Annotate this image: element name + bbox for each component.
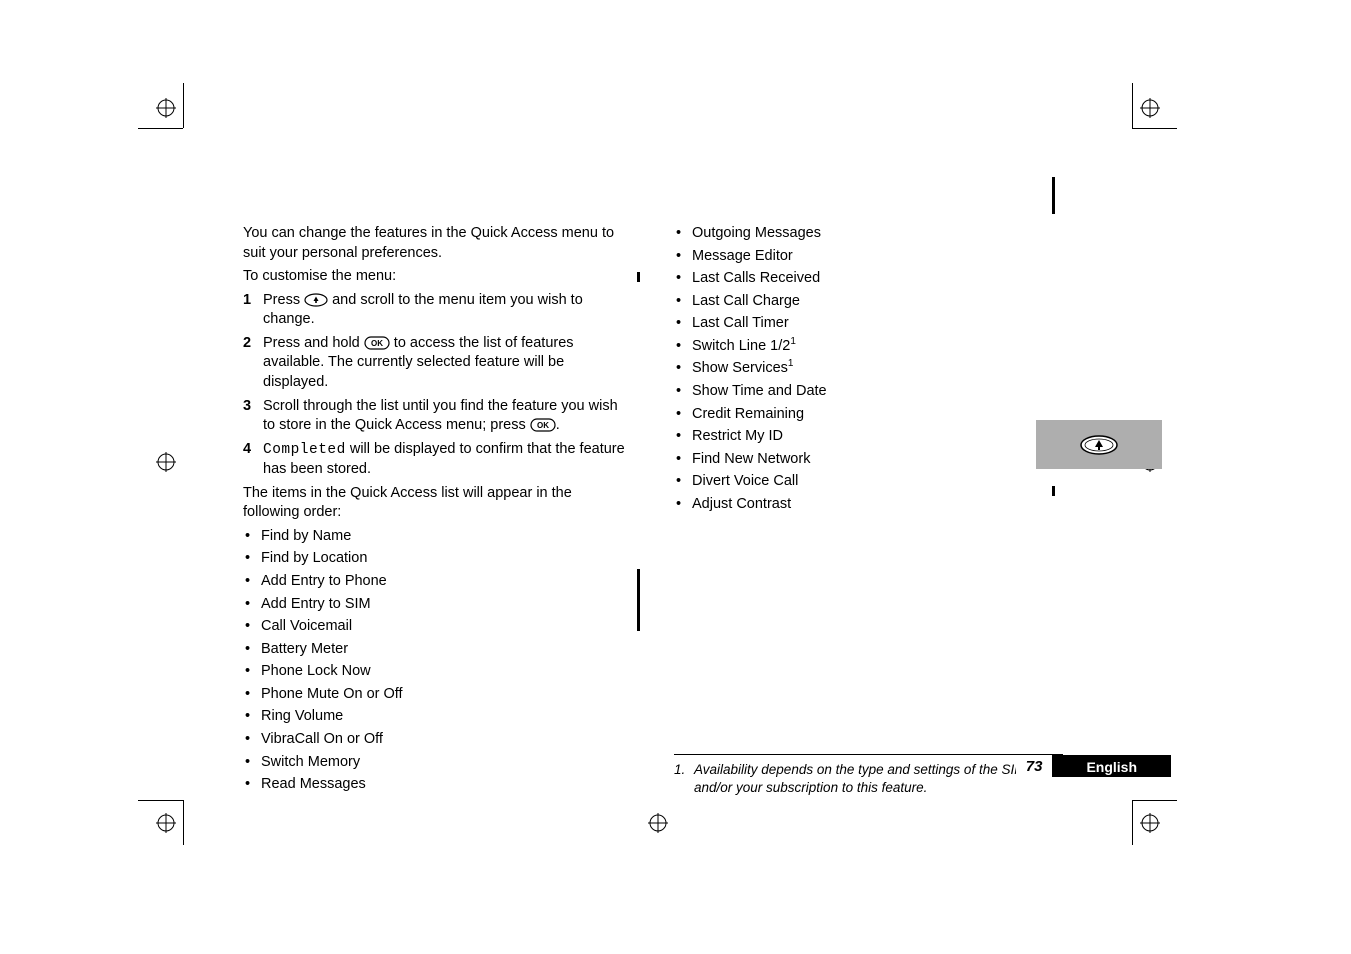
list-item: Show Time and Date <box>674 382 1063 402</box>
features-list-left: Find by Name Find by Location Add Entry … <box>243 527 632 795</box>
list-item: Outgoing Messages <box>674 224 1063 244</box>
list-item: Credit Remaining <box>674 405 1063 425</box>
footnote: 1. Availability depends on the type and … <box>674 761 1063 797</box>
list-item: Switch Line 1/21 <box>674 337 1063 357</box>
list-item: Last Call Charge <box>674 292 1063 312</box>
crop-mark <box>1132 128 1177 129</box>
list-item: Phone Mute On or Off <box>243 685 632 705</box>
page-number: 73 <box>1016 755 1053 777</box>
list-item: Add Entry to SIM <box>243 595 632 615</box>
svg-text:OK: OK <box>371 339 383 348</box>
language-label: English <box>1052 755 1171 777</box>
crop-mark <box>183 83 184 128</box>
footnote-ref: 1 <box>788 359 794 370</box>
change-bar <box>1052 177 1055 214</box>
registration-mark-icon <box>156 98 176 118</box>
list-item: Find New Network <box>674 450 1063 470</box>
list-item: Adjust Contrast <box>674 495 1063 515</box>
up-arrow-key-icon <box>304 293 328 307</box>
list-item: Restrict My ID <box>674 427 1063 447</box>
list-item: Show Services1 <box>674 359 1063 379</box>
list-item: Switch Memory <box>243 753 632 773</box>
list-item: VibraCall On or Off <box>243 730 632 750</box>
customise-heading: To customise the menu: <box>243 267 632 287</box>
crop-mark <box>138 800 183 801</box>
list-item: Call Voicemail <box>243 617 632 637</box>
step-2: 2 Press and hold OK to access the list o… <box>243 334 632 393</box>
list-item: Last Calls Received <box>674 269 1063 289</box>
list-item: Find by Location <box>243 549 632 569</box>
page-content: You can change the features in the Quick… <box>243 224 1063 798</box>
registration-mark-icon <box>156 813 176 833</box>
list-item: Read Messages <box>243 775 632 795</box>
ok-key-icon: OK <box>530 418 556 432</box>
step-3: 3 Scroll through the list until you find… <box>243 397 632 436</box>
step-4: 4 Completed will be displayed to confirm… <box>243 440 632 480</box>
registration-mark-icon <box>156 452 176 472</box>
list-item: Last Call Timer <box>674 314 1063 334</box>
registration-mark-icon <box>1140 813 1160 833</box>
list-item: Phone Lock Now <box>243 662 632 682</box>
list-item: Find by Name <box>243 527 632 547</box>
step-1: 1 Press and scroll to the menu item you … <box>243 291 632 330</box>
right-column: Outgoing Messages Message Editor Last Ca… <box>674 224 1063 798</box>
crop-mark <box>1132 800 1177 801</box>
crop-mark <box>1132 800 1133 845</box>
svg-text:OK: OK <box>537 421 549 430</box>
footnote-rule <box>674 754 1063 755</box>
list-item: Divert Voice Call <box>674 472 1063 492</box>
footnote-ref: 1 <box>790 336 796 347</box>
list-intro-paragraph: The items in the Quick Access list will … <box>243 484 632 523</box>
crop-mark <box>183 800 184 845</box>
list-item: Ring Volume <box>243 707 632 727</box>
crop-mark <box>138 128 183 129</box>
left-column: You can change the features in the Quick… <box>243 224 632 798</box>
page-footer: 73 English <box>1016 755 1171 777</box>
list-item: Battery Meter <box>243 640 632 660</box>
page: You can change the features in the Quick… <box>0 0 1351 954</box>
list-item: Message Editor <box>674 247 1063 267</box>
crop-mark <box>1132 83 1133 128</box>
intro-paragraph: You can change the features in the Quick… <box>243 224 632 263</box>
up-arrow-key-icon <box>1079 434 1119 456</box>
ok-key-icon: OK <box>364 336 390 350</box>
registration-mark-icon <box>648 813 668 833</box>
registration-mark-icon <box>1140 98 1160 118</box>
list-item: Add Entry to Phone <box>243 572 632 592</box>
features-list-right: Outgoing Messages Message Editor Last Ca… <box>674 224 1063 517</box>
